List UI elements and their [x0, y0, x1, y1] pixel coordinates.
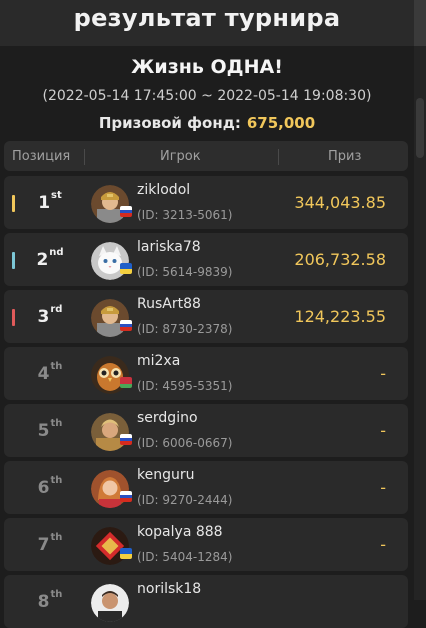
header-player: Игрок [160, 149, 201, 164]
scrollbar[interactable] [414, 46, 426, 600]
rank-suffix: th [50, 418, 63, 430]
header-bar: результат турнира [0, 0, 426, 46]
prize-amount: - [380, 421, 386, 440]
rank-position: 1st [32, 190, 68, 213]
rank-number: 2 [36, 250, 49, 270]
avatar[interactable] [91, 242, 129, 280]
prize-pool: Призовой фонд: 675,000 [0, 114, 414, 132]
player-name[interactable]: mi2xa [137, 353, 180, 369]
rank-number: 3 [37, 307, 50, 327]
player-id: (ID: 4595-5351) [137, 379, 233, 393]
rank-marker [12, 195, 15, 212]
player-id: (ID: 3213-5061) [137, 208, 233, 222]
player-name[interactable]: RusArt88 [137, 296, 201, 312]
rank-number: 1 [38, 193, 51, 213]
rank-suffix: th [50, 475, 63, 487]
header-prize: Приз [328, 149, 362, 164]
header-position: Позиция [12, 149, 71, 164]
rank-position: 4th [32, 361, 68, 384]
player-name[interactable]: norilsk18 [137, 581, 201, 597]
prize-amount: - [380, 535, 386, 554]
rank-marker [12, 252, 15, 269]
prize-amount: 206,732.58 [294, 250, 386, 269]
header-divider [278, 149, 279, 165]
rank-suffix: th [50, 532, 63, 544]
country-flag-icon [120, 263, 132, 274]
rank-number: 7 [37, 535, 50, 555]
rank-position: 8th [32, 589, 68, 612]
rank-suffix: st [51, 190, 62, 202]
result-row[interactable]: 3rd RusArt88 (ID: 8730-2378) 124,223.55 [4, 290, 408, 343]
player-id: (ID: 5614-9839) [137, 265, 233, 279]
rank-number: 4 [37, 364, 50, 384]
rank-suffix: nd [49, 247, 64, 259]
avatar[interactable] [91, 185, 129, 223]
rank-position: 2nd [32, 247, 68, 270]
rank-position: 3rd [32, 304, 68, 327]
result-row[interactable]: 5th serdgino (ID: 6006-0667) - [4, 404, 408, 457]
country-flag-icon [120, 491, 132, 502]
country-flag-icon [120, 548, 132, 559]
rank-marker [12, 309, 15, 326]
prize-amount: - [380, 364, 386, 383]
result-row[interactable]: 2nd lariska78 (ID: 5614-9839) 206,732.58 [4, 233, 408, 286]
rank-suffix: th [50, 589, 63, 601]
player-name[interactable]: ziklodol [137, 182, 190, 198]
rank-number: 6 [37, 478, 50, 498]
avatar[interactable] [91, 527, 129, 565]
rank-position: 6th [32, 475, 68, 498]
prize-amount: 124,223.55 [294, 307, 386, 326]
avatar[interactable] [91, 584, 129, 622]
result-row[interactable]: 4th mi2xa (ID: 4595-5351) - [4, 347, 408, 400]
prize-pool-amount: 675,000 [246, 114, 316, 132]
result-row[interactable]: 1st ziklodol (ID: 3213-5061) 344,043.85 [4, 176, 408, 229]
avatar[interactable] [91, 299, 129, 337]
rank-number: 8 [37, 592, 50, 612]
rank-position: 5th [32, 418, 68, 441]
player-name[interactable]: kenguru [137, 467, 194, 483]
player-name[interactable]: lariska78 [137, 239, 201, 255]
country-flag-icon [120, 206, 132, 217]
prize-amount: 344,043.85 [294, 193, 386, 212]
rank-suffix: rd [50, 304, 63, 316]
tournament-name: Жизнь ОДНА! [131, 56, 283, 78]
rank-position: 7th [32, 532, 68, 555]
rank-number: 5 [37, 421, 50, 441]
player-id: (ID: 9270-2444) [137, 493, 233, 507]
result-row[interactable]: 6th kenguru (ID: 9270-2444) - [4, 461, 408, 514]
country-flag-icon [120, 434, 132, 445]
player-name[interactable]: kopalya 888 [137, 524, 223, 540]
page-title: результат турнира [73, 4, 341, 32]
player-id: (ID: 8730-2378) [137, 322, 233, 336]
country-flag-icon [120, 320, 132, 331]
prize-pool-label: Призовой фонд: [98, 114, 241, 132]
header-divider [84, 149, 85, 165]
player-id: (ID: 5404-1284) [137, 550, 233, 564]
result-row[interactable]: 8th norilsk18 [4, 575, 408, 628]
prize-amount: - [380, 478, 386, 497]
player-name[interactable]: serdgino [137, 410, 198, 426]
avatar[interactable] [91, 413, 129, 451]
header-edge [414, 0, 426, 46]
tournament-dates: (2022-05-14 17:45:00 ~ 2022-05-14 19:08:… [42, 88, 372, 104]
rank-suffix: th [50, 361, 63, 373]
scrollbar-thumb[interactable] [416, 98, 424, 158]
player-id: (ID: 6006-0667) [137, 436, 233, 450]
avatar[interactable] [91, 470, 129, 508]
table-header: Позиция Игрок Приз [4, 141, 408, 171]
country-flag-icon [120, 377, 132, 388]
result-row[interactable]: 7th kopalya 888 (ID: 5404-1284) - [4, 518, 408, 571]
avatar[interactable] [91, 356, 129, 394]
